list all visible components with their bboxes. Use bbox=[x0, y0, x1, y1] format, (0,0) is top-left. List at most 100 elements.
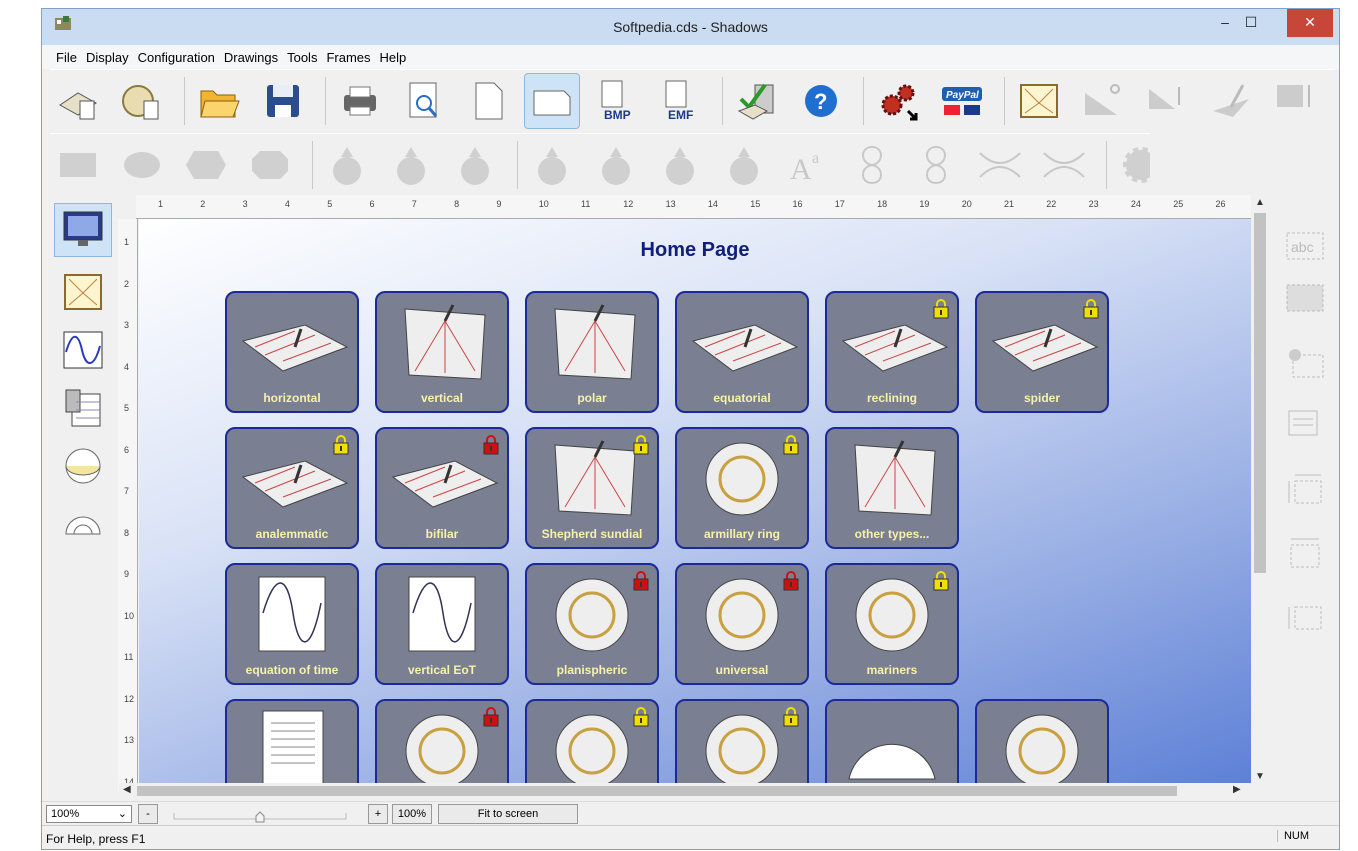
sundial-type-tile[interactable]: vertical EoT bbox=[375, 563, 509, 685]
export-bmp-button[interactable]: BMP bbox=[588, 73, 644, 129]
menu-drawings[interactable]: Drawings bbox=[224, 50, 278, 65]
vertical-scroll-thumb[interactable] bbox=[1254, 213, 1266, 573]
sundial-type-tile[interactable]: Shepherd sundial bbox=[525, 427, 659, 549]
print-button[interactable] bbox=[332, 73, 388, 129]
sundial-type-tile[interactable]: spider bbox=[975, 291, 1109, 413]
sundial-preview-image bbox=[855, 578, 929, 652]
tile-label: vertical bbox=[420, 391, 464, 405]
horizontal-scroll-thumb[interactable] bbox=[137, 786, 1177, 796]
scroll-left-icon[interactable]: ◀ bbox=[123, 784, 131, 795]
sundial-type-tile[interactable]: polar bbox=[525, 291, 659, 413]
padlock-icon bbox=[933, 299, 949, 319]
zoom-100-button[interactable]: 100% bbox=[392, 804, 432, 824]
menu-file[interactable]: File bbox=[56, 50, 77, 65]
zoom-in-button[interactable]: + bbox=[368, 804, 388, 824]
sundial-type-tile[interactable]: vertical bbox=[375, 291, 509, 413]
window-title: Softpedia.cds - Shadows bbox=[613, 19, 768, 35]
sundial-type-tile[interactable]: planispheric bbox=[525, 563, 659, 685]
ruler-number: 1 bbox=[124, 237, 130, 247]
ruler-number: 23 bbox=[1088, 199, 1099, 209]
export-emf-icon: EMF bbox=[665, 80, 693, 122]
paypal-donate-button[interactable]: PayPal bbox=[934, 73, 990, 129]
tile-label: planispheric bbox=[556, 663, 628, 677]
page-landscape-icon bbox=[533, 90, 571, 115]
settings-button[interactable] bbox=[870, 73, 926, 129]
scroll-up-icon[interactable]: ▲ bbox=[1255, 197, 1265, 208]
sundial-type-tile[interactable] bbox=[525, 699, 659, 791]
num-lock-indicator: NUM bbox=[1276, 830, 1309, 842]
protractor-view-button[interactable] bbox=[54, 497, 112, 551]
sundial-type-tile[interactable] bbox=[825, 699, 959, 791]
close-button[interactable]: ✕ bbox=[1287, 9, 1333, 37]
help-button[interactable]: ? bbox=[793, 73, 849, 129]
tile-label: reclining bbox=[866, 391, 917, 405]
scroll-down-icon[interactable]: ▼ bbox=[1255, 771, 1265, 782]
sundial-type-tile[interactable] bbox=[675, 699, 809, 791]
sundial-type-tile[interactable]: universal bbox=[675, 563, 809, 685]
sundial-view-button[interactable] bbox=[54, 265, 112, 319]
fit-to-screen-button[interactable]: Fit to screen bbox=[438, 804, 578, 824]
menu-configuration[interactable]: Configuration bbox=[138, 50, 215, 65]
sphere-view-button[interactable] bbox=[54, 439, 112, 493]
open-button[interactable] bbox=[191, 73, 247, 129]
maximize-button[interactable]: ☐ bbox=[1237, 9, 1265, 37]
menu-help[interactable]: Help bbox=[380, 50, 407, 65]
calculator-check-icon bbox=[737, 83, 774, 120]
sundial-type-tile[interactable]: horizontal bbox=[225, 291, 359, 413]
tables-button[interactable] bbox=[54, 381, 112, 435]
sundial-type-tile[interactable]: other types... bbox=[825, 427, 959, 549]
sundial-type-tile[interactable]: mariners bbox=[825, 563, 959, 685]
page-landscape-button[interactable] bbox=[524, 72, 580, 129]
calculate-button[interactable] bbox=[729, 73, 785, 129]
export-emf-button[interactable]: EMF bbox=[652, 73, 708, 129]
horizontal-scrollbar[interactable]: ◀ ▶ bbox=[119, 783, 1251, 799]
sundial-preview-image bbox=[262, 710, 324, 791]
sundial-type-tile[interactable] bbox=[975, 699, 1109, 791]
sundial-type-tile[interactable]: equatorial bbox=[675, 291, 809, 413]
tile-label: bifilar bbox=[425, 527, 459, 541]
ruler-number: 20 bbox=[961, 199, 972, 209]
sundial-type-tile[interactable]: bifilar bbox=[375, 427, 509, 549]
toolbar-separator bbox=[863, 76, 864, 125]
vertical-scrollbar[interactable]: ▲ ▼ bbox=[1251, 195, 1269, 791]
sundial-preview-image bbox=[705, 442, 779, 516]
menu-frames[interactable]: Frames bbox=[326, 50, 370, 65]
home-page-button[interactable] bbox=[54, 203, 112, 257]
sundial-type-tile[interactable]: analemmatic bbox=[225, 427, 359, 549]
zoom-out-button[interactable]: - bbox=[138, 804, 158, 824]
new-sundial-icon bbox=[59, 91, 97, 119]
list-frame-icon bbox=[1288, 410, 1318, 436]
zoom-slider[interactable] bbox=[170, 805, 350, 823]
sundial-preview-image bbox=[408, 576, 476, 652]
curves-icon bbox=[1043, 151, 1085, 178]
tile-label: universal bbox=[715, 663, 769, 677]
page-setup-button[interactable] bbox=[460, 73, 516, 129]
save-button[interactable] bbox=[255, 73, 311, 129]
pendant-icon bbox=[730, 146, 758, 185]
pendant-shape-button-6 bbox=[652, 137, 708, 193]
tile-label: horizontal bbox=[263, 391, 321, 405]
zoom-select[interactable]: 100% ⌄ bbox=[46, 805, 132, 823]
scroll-right-icon[interactable]: ▶ bbox=[1233, 784, 1241, 795]
sundial-type-tile[interactable]: armillary ring bbox=[675, 427, 809, 549]
new-astrolabe-button[interactable] bbox=[114, 73, 170, 129]
menu-tools[interactable]: Tools bbox=[287, 50, 317, 65]
pendant-icon bbox=[602, 146, 630, 185]
svg-text:PayPal: PayPal bbox=[946, 90, 979, 101]
minimize-button[interactable]: – bbox=[1211, 9, 1239, 37]
sundial-type-tile[interactable] bbox=[375, 699, 509, 791]
calculator-table-icon bbox=[65, 389, 101, 427]
monitor-icon bbox=[63, 211, 103, 246]
print-preview-button[interactable] bbox=[396, 73, 452, 129]
printer-icon bbox=[344, 86, 376, 115]
new-sundial-button[interactable] bbox=[50, 73, 106, 129]
page-icon bbox=[475, 82, 503, 119]
sundial-type-tile[interactable]: reclining bbox=[825, 291, 959, 413]
sundial-type-tile[interactable]: equation of time bbox=[225, 563, 359, 685]
width-frame-icon bbox=[1290, 538, 1320, 568]
equation-of-time-button[interactable] bbox=[54, 323, 112, 377]
sundial-frame-button[interactable] bbox=[1011, 73, 1067, 129]
sundial-type-tile[interactable] bbox=[225, 699, 359, 791]
sphere-dial-icon bbox=[65, 448, 101, 484]
menu-display[interactable]: Display bbox=[86, 50, 129, 65]
